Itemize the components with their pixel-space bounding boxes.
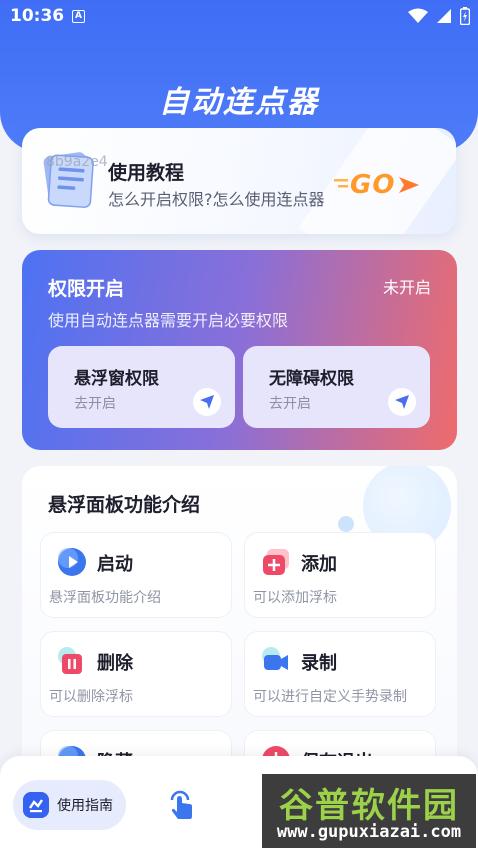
- watermark-url: www.gupuxiazai.com: [276, 822, 462, 842]
- status-bar: 10:36 A: [0, 0, 478, 34]
- feature-label: 启动: [97, 554, 133, 575]
- status-time: 10:36: [10, 6, 65, 26]
- signal-icon: [437, 9, 451, 23]
- send-arrow-icon: [388, 388, 416, 416]
- feature-panel: 悬浮面板功能介绍 启动 悬浮面板功能介绍 添加 可以添加浮标 删除 可以删除浮标…: [22, 466, 457, 786]
- accessibility-permission-button[interactable]: 无障碍权限 去开启: [243, 346, 430, 428]
- feature-label: 录制: [301, 653, 337, 674]
- play-icon: [58, 548, 86, 576]
- overlay-permission-action: 去开启: [74, 396, 116, 412]
- decorative-bubble-small: [338, 516, 354, 532]
- feature-item-delete[interactable]: 删除 可以删除浮标: [40, 631, 232, 717]
- feature-desc: 悬浮面板功能介绍: [49, 590, 161, 606]
- tutorial-watermark-text: 8b9a2e4: [46, 154, 108, 170]
- go-arrow-icon: [399, 177, 420, 193]
- site-watermark: 谷普软件园 www.gupuxiazai.com: [262, 774, 476, 848]
- feature-panel-title: 悬浮面板功能介绍: [48, 494, 201, 516]
- status-icons: [408, 7, 470, 25]
- wifi-icon: [408, 8, 428, 23]
- feature-item-add[interactable]: 添加 可以添加浮标: [244, 532, 436, 618]
- notification-icon: A: [72, 10, 85, 23]
- tutorial-subtitle: 怎么开启权限?怎么使用连点器: [108, 190, 325, 209]
- watermark-name: 谷普软件园: [279, 786, 459, 826]
- feature-item-start[interactable]: 启动 悬浮面板功能介绍: [40, 532, 232, 618]
- permission-description: 使用自动连点器需要开启必要权限: [48, 311, 289, 330]
- record-icon: [262, 647, 288, 670]
- accessibility-permission-action: 去开启: [269, 396, 311, 412]
- feature-desc: 可以删除浮标: [49, 689, 133, 705]
- feature-label: 删除: [97, 653, 133, 674]
- app-title: 自动连点器: [159, 85, 319, 120]
- send-arrow-icon: [193, 388, 221, 416]
- tap-hand-icon[interactable]: [166, 786, 196, 822]
- feature-desc: 可以添加浮标: [253, 590, 337, 606]
- nav-guide-label: 使用指南: [57, 798, 113, 814]
- nav-guide-tab[interactable]: 使用指南: [13, 780, 126, 830]
- accessibility-permission-title: 无障碍权限: [269, 369, 354, 389]
- overlay-permission-title: 悬浮窗权限: [74, 369, 159, 389]
- guide-icon: [23, 792, 49, 818]
- tutorial-card[interactable]: 8b9a2e4 使用教程 怎么开启权限?怎么使用连点器 GO: [22, 128, 456, 234]
- permission-title: 权限开启: [48, 278, 125, 300]
- go-button[interactable]: GO: [332, 170, 421, 200]
- go-label: GO: [350, 170, 396, 200]
- tutorial-title: 使用教程: [108, 162, 185, 184]
- feature-item-record[interactable]: 录制 可以进行自定义手势录制: [244, 631, 436, 717]
- speed-lines-icon: [334, 179, 348, 188]
- permission-card: 权限开启 未开启 使用自动连点器需要开启必要权限 悬浮窗权限 去开启 无障碍权限…: [22, 250, 457, 450]
- permission-status: 未开启: [382, 278, 431, 297]
- battery-icon: [460, 7, 470, 25]
- feature-label: 添加: [301, 554, 337, 575]
- overlay-permission-button[interactable]: 悬浮窗权限 去开启: [48, 346, 235, 428]
- feature-desc: 可以进行自定义手势录制: [253, 689, 407, 705]
- trash-icon: [58, 647, 82, 674]
- plus-icon: [263, 549, 289, 575]
